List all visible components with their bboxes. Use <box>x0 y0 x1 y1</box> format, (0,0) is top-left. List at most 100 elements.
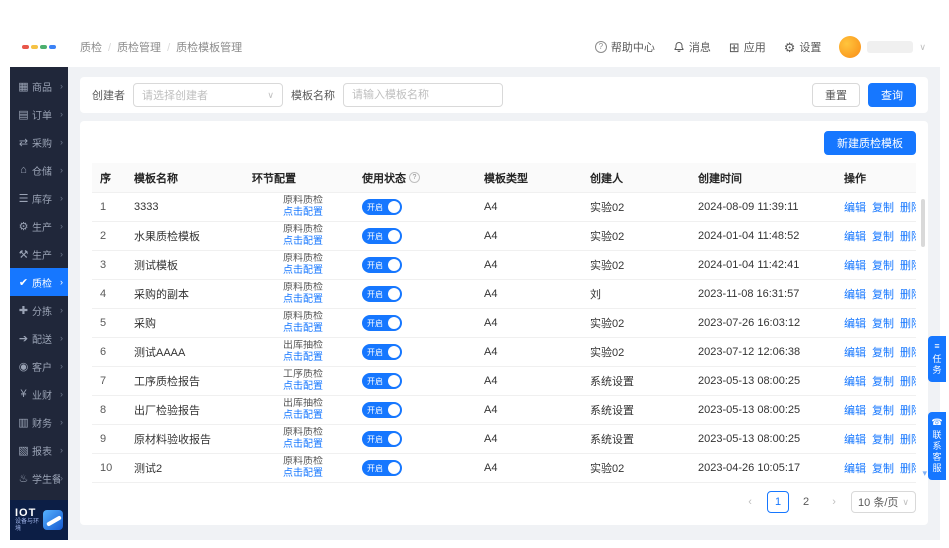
delete-link[interactable]: 删除 <box>900 228 916 244</box>
reset-button[interactable]: 重置 <box>812 83 860 107</box>
status-toggle[interactable]: 开启 <box>362 257 402 273</box>
info-circle-icon[interactable]: ? <box>409 172 420 183</box>
settings-button[interactable]: ⚙ 设置 <box>784 39 822 55</box>
sidebar-item[interactable]: ➔ 配送 › <box>10 324 68 352</box>
column-header-time[interactable]: 创建时间 <box>690 170 836 186</box>
column-header-name[interactable]: 模板名称 <box>126 170 244 186</box>
breadcrumb-item[interactable]: 质检管理 <box>102 39 161 55</box>
delete-link[interactable]: 删除 <box>900 257 916 273</box>
column-header-type[interactable]: 模板类型 <box>476 170 582 186</box>
configure-link[interactable]: 点击配置 <box>283 294 323 306</box>
sidebar-item[interactable]: ☰ 库存 › <box>10 184 68 212</box>
page-number-button[interactable]: 2 <box>795 491 818 513</box>
configure-link[interactable]: 点击配置 <box>283 236 323 248</box>
sidebar-item[interactable]: ⇄ 采购 › <box>10 128 68 156</box>
edit-link[interactable]: 编辑 <box>844 228 866 244</box>
copy-link[interactable]: 复制 <box>872 228 894 244</box>
delete-link[interactable]: 删除 <box>900 315 916 331</box>
status-toggle[interactable]: 开启 <box>362 402 402 418</box>
table-scrollbar-thumb[interactable] <box>921 199 925 247</box>
edit-link[interactable]: 编辑 <box>844 460 866 476</box>
status-toggle[interactable]: 开启 <box>362 315 402 331</box>
configure-link[interactable]: 点击配置 <box>283 468 323 480</box>
delete-link[interactable]: 删除 <box>900 344 916 360</box>
copy-link[interactable]: 复制 <box>872 460 894 476</box>
page-size-select[interactable]: 10 条/页 ∨ <box>851 491 916 513</box>
sidebar-item[interactable]: ✔ 质检 › <box>10 268 68 296</box>
configure-link[interactable]: 点击配置 <box>283 207 323 219</box>
status-toggle[interactable]: 开启 <box>362 460 402 476</box>
delete-link[interactable]: 删除 <box>900 460 916 476</box>
status-toggle[interactable]: 开启 <box>362 344 402 360</box>
copy-link[interactable]: 复制 <box>872 402 894 418</box>
copy-link[interactable]: 复制 <box>872 315 894 331</box>
template-name-input[interactable] <box>343 83 503 107</box>
column-header-status[interactable]: 使用状态 ? <box>354 170 476 186</box>
new-template-button[interactable]: 新建质检模板 <box>824 131 916 155</box>
sidebar-item[interactable]: ¥ 业财 › <box>10 380 68 408</box>
status-toggle[interactable]: 开启 <box>362 286 402 302</box>
sidebar-item[interactable]: ▧ 报表 › <box>10 436 68 464</box>
copy-link[interactable]: 复制 <box>872 344 894 360</box>
configure-link[interactable]: 点击配置 <box>283 323 323 335</box>
sidebar-item[interactable]: ⚙ 生产 › <box>10 212 68 240</box>
customer-service-float-tab[interactable]: ☎ 联系客服 <box>928 412 946 480</box>
copy-link[interactable]: 复制 <box>872 431 894 447</box>
column-header-actions[interactable]: 操作 <box>836 170 916 186</box>
configure-link[interactable]: 点击配置 <box>283 265 323 277</box>
messages-button[interactable]: 消息 <box>673 39 711 55</box>
status-toggle[interactable]: 开启 <box>362 228 402 244</box>
tasks-float-tab[interactable]: ≡ 任务 <box>928 336 946 382</box>
creator-select[interactable]: 请选择创建者 ∨ <box>133 83 283 107</box>
status-toggle[interactable]: 开启 <box>362 373 402 389</box>
delete-link[interactable]: 删除 <box>900 199 916 215</box>
copy-link[interactable]: 复制 <box>872 199 894 215</box>
delete-link[interactable]: 删除 <box>900 286 916 302</box>
edit-link[interactable]: 编辑 <box>844 286 866 302</box>
sidebar-footer[interactable]: IOT 设备与环境 <box>10 500 68 540</box>
sidebar-item[interactable]: ◉ 客户 › <box>10 352 68 380</box>
delete-link[interactable]: 删除 <box>900 373 916 389</box>
apps-button[interactable]: ⊞ 应用 <box>729 39 766 55</box>
sidebar-item[interactable]: ⚒ 生产 › <box>10 240 68 268</box>
next-page-button[interactable]: › <box>823 491 846 513</box>
configure-link[interactable]: 点击配置 <box>283 381 323 393</box>
edit-link[interactable]: 编辑 <box>844 344 866 360</box>
column-header-stage[interactable]: 环节配置 <box>244 170 354 186</box>
sidebar-item[interactable]: ▤ 订单 › <box>10 100 68 128</box>
prev-page-button[interactable]: ‹ <box>739 491 762 513</box>
status-toggle[interactable]: 开启 <box>362 199 402 215</box>
sidebar-item[interactable]: ♨ 学生餐 › <box>10 464 68 492</box>
configure-link[interactable]: 点击配置 <box>283 439 323 451</box>
column-header-creator[interactable]: 创建人 <box>582 170 690 186</box>
edit-link[interactable]: 编辑 <box>844 199 866 215</box>
delete-link[interactable]: 删除 <box>900 431 916 447</box>
copy-link[interactable]: 复制 <box>872 257 894 273</box>
copy-link[interactable]: 复制 <box>872 286 894 302</box>
page-number-button[interactable]: 1 <box>767 491 790 513</box>
sidebar-item[interactable]: ▦ 商品 › <box>10 72 68 100</box>
scroll-down-arrow[interactable]: ▾ <box>922 468 927 479</box>
search-button[interactable]: 查询 <box>868 83 916 107</box>
phone-icon: ☎ <box>931 417 943 427</box>
configure-link[interactable]: 点击配置 <box>283 352 323 364</box>
edit-link[interactable]: 编辑 <box>844 315 866 331</box>
logo-color-bar <box>40 45 47 49</box>
copy-link[interactable]: 复制 <box>872 373 894 389</box>
sidebar-item[interactable]: ✚ 分拣 › <box>10 296 68 324</box>
status-toggle[interactable]: 开启 <box>362 431 402 447</box>
help-center-button[interactable]: ? 帮助中心 <box>594 39 655 55</box>
sidebar-item[interactable]: ⌂ 仓储 › <box>10 156 68 184</box>
breadcrumb-item[interactable]: 质检模板管理 <box>161 39 242 55</box>
sidebar-item[interactable]: ▥ 财务 › <box>10 408 68 436</box>
edit-link[interactable]: 编辑 <box>844 257 866 273</box>
help-center-label: 帮助中心 <box>610 42 655 54</box>
configure-link[interactable]: 点击配置 <box>283 410 323 422</box>
edit-link[interactable]: 编辑 <box>844 402 866 418</box>
column-header-index[interactable]: 序 <box>92 170 126 186</box>
edit-link[interactable]: 编辑 <box>844 431 866 447</box>
breadcrumb-item[interactable]: 质检 <box>80 39 102 55</box>
user-menu[interactable]: ∨ <box>839 36 926 58</box>
edit-link[interactable]: 编辑 <box>844 373 866 389</box>
delete-link[interactable]: 删除 <box>900 402 916 418</box>
